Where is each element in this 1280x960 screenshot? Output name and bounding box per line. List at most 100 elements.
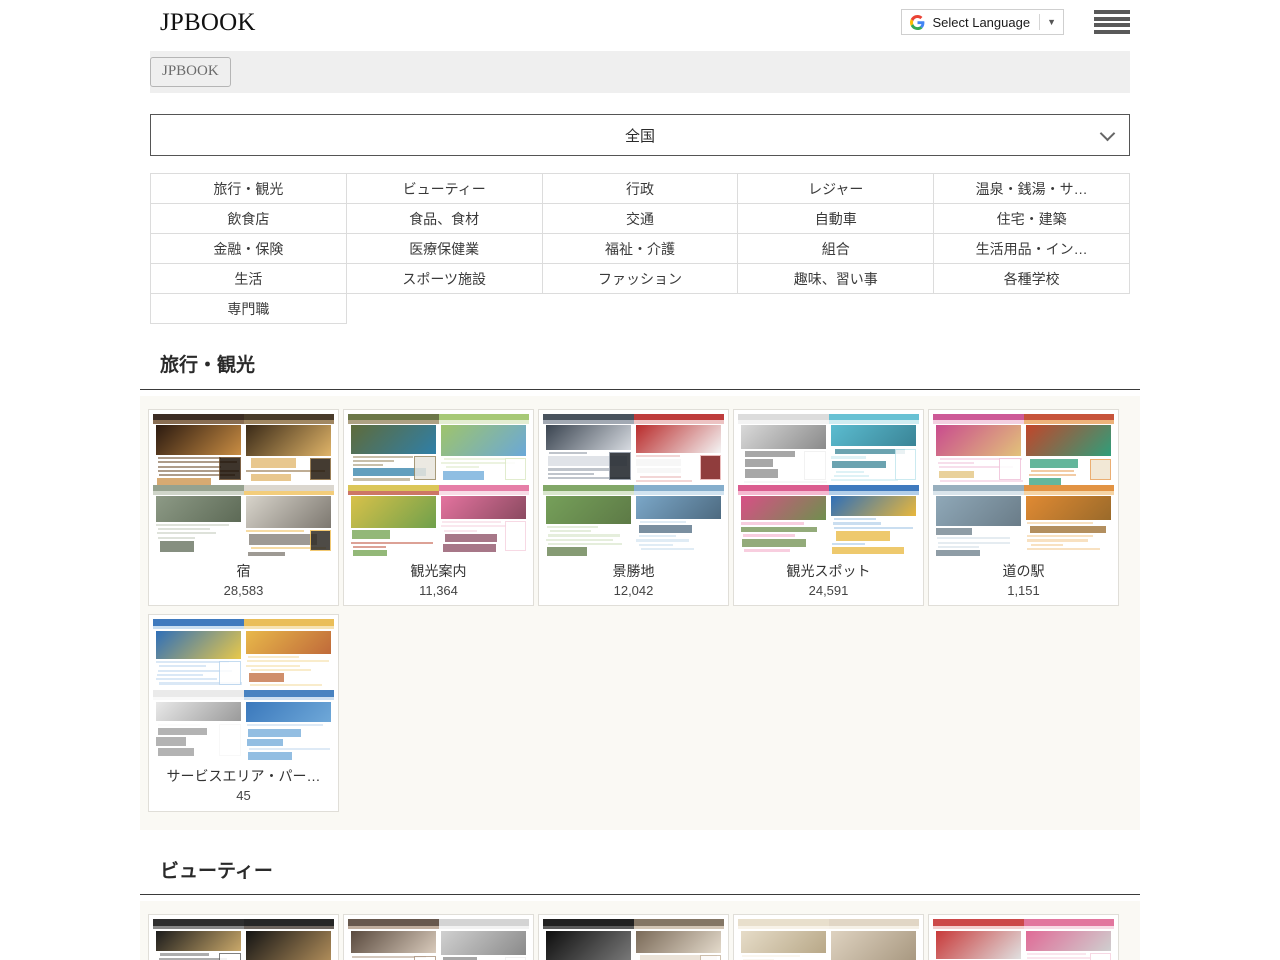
section-body: 宿 28,583 観光案内11,364 景勝地 12,042 観光スポット 24,591 道の… — [140, 396, 1140, 830]
card-thumbnail — [153, 619, 334, 761]
category-cell[interactable]: 行政 — [542, 174, 738, 204]
card-thumbnail — [348, 919, 529, 960]
thumbnail-tile — [543, 485, 634, 556]
section-title: ビューティー — [160, 859, 1120, 884]
thumbnail-tile — [244, 619, 335, 690]
category-cell[interactable]: 温泉・銭湯・サ… — [934, 174, 1130, 204]
thumbnail-tile — [348, 485, 439, 556]
card-label: 景勝地 — [543, 563, 724, 580]
category-table-row: 飲食店食品、食材交通自動車住宅・建築 — [151, 204, 1130, 234]
thumbnail-tile — [153, 485, 244, 556]
thumbnail-tile — [933, 414, 1024, 485]
category-cell[interactable]: 食品、食材 — [346, 204, 542, 234]
category-card[interactable] — [733, 914, 924, 960]
card-thumbnail — [738, 414, 919, 556]
page-title: JPBOOK — [160, 10, 256, 35]
thumbnail-tile — [439, 485, 530, 556]
thumbnail-tile — [153, 690, 244, 761]
card-thumbnail — [348, 414, 529, 556]
thumbnail-tile — [153, 414, 244, 485]
thumbnail-tile — [439, 414, 530, 485]
page-root: JPBOOK Select Language ▼ JPBOOK 全国 — [0, 0, 1280, 960]
category-cell[interactable]: 住宅・建築 — [934, 204, 1130, 234]
card-label: 宿 — [153, 563, 334, 580]
category-cell[interactable]: 生活用品・イン… — [934, 234, 1130, 264]
category-card[interactable] — [343, 914, 534, 960]
thumbnail-tile — [244, 919, 335, 960]
category-cell[interactable]: 交通 — [542, 204, 738, 234]
card-thumbnail — [543, 919, 724, 960]
category-card[interactable]: 道の駅1,151 — [928, 409, 1119, 606]
thumbnail-tile — [348, 919, 439, 960]
thumbnail-tile — [244, 690, 335, 761]
site-header: JPBOOK Select Language ▼ — [0, 0, 1280, 44]
thumbnail-tile — [634, 919, 725, 960]
category-cell[interactable]: 自動車 — [738, 204, 934, 234]
category-cell[interactable]: 組合 — [738, 234, 934, 264]
category-cell[interactable]: 趣味、習い事 — [738, 264, 934, 294]
google-translate-widget[interactable]: Select Language ▼ — [901, 9, 1064, 35]
category-card[interactable]: サービスエリア・パー…45 — [148, 614, 339, 811]
thumbnail-tile — [634, 485, 725, 556]
category-cell[interactable]: 各種学校 — [934, 264, 1130, 294]
thumbnail-tile — [738, 485, 829, 556]
category-cell-empty — [346, 294, 542, 324]
card-count: 11,364 — [348, 583, 529, 599]
category-table-row: 生活スポーツ施設ファッション趣味、習い事各種学校 — [151, 264, 1130, 294]
card-count: 28,583 — [153, 583, 334, 599]
chevron-down-icon: ▼ — [1047, 18, 1056, 27]
card-thumbnail — [738, 919, 919, 960]
section-title: 旅行・観光 — [160, 353, 1120, 378]
thumbnail-tile — [1024, 919, 1115, 960]
card-thumbnail — [543, 414, 724, 556]
breadcrumb-item-jpbook[interactable]: JPBOOK — [150, 57, 231, 87]
category-table-row: 専門職 — [151, 294, 1130, 324]
category-card[interactable]: 宿 28,583 — [148, 409, 339, 606]
thumbnail-tile — [634, 414, 725, 485]
category-cell[interactable]: 飲食店 — [151, 204, 347, 234]
category-card[interactable] — [148, 914, 339, 960]
category-section: 旅行・観光宿 28,583 観光案内11,364 景勝地 12,042 観光スポット 24,… — [0, 353, 1280, 830]
region-select[interactable]: 全国 — [150, 114, 1130, 156]
card-label: 観光スポット — [738, 563, 919, 580]
category-cell[interactable]: ビューティー — [346, 174, 542, 204]
card-count: 12,042 — [543, 583, 724, 599]
thumbnail-tile — [738, 414, 829, 485]
card-label: サービスエリア・パー… — [153, 768, 334, 785]
section-header: ビューティー — [140, 859, 1140, 896]
category-cell[interactable]: ファッション — [542, 264, 738, 294]
thumbnail-tile — [1024, 414, 1115, 485]
translate-divider — [1039, 14, 1040, 30]
thumbnail-tile — [1024, 485, 1115, 556]
category-card[interactable] — [928, 914, 1119, 960]
card-count: 24,591 — [738, 583, 919, 599]
category-table-row: 金融・保険医療保健業福祉・介護組合生活用品・イン… — [151, 234, 1130, 264]
category-table-row: 旅行・観光ビューティー行政レジャー温泉・銭湯・サ… — [151, 174, 1130, 204]
category-cell[interactable]: スポーツ施設 — [346, 264, 542, 294]
category-cell[interactable]: 金融・保険 — [151, 234, 347, 264]
category-cell-empty — [542, 294, 738, 324]
category-card[interactable] — [538, 914, 729, 960]
breadcrumb: JPBOOK — [150, 51, 1130, 93]
category-cell[interactable]: 生活 — [151, 264, 347, 294]
card-thumbnail — [933, 919, 1114, 960]
thumbnail-tile — [244, 485, 335, 556]
card-thumbnail — [153, 919, 334, 960]
category-cell[interactable]: 医療保健業 — [346, 234, 542, 264]
thumbnail-tile — [738, 919, 829, 960]
category-cell[interactable]: 福祉・介護 — [542, 234, 738, 264]
category-table-body: 旅行・観光ビューティー行政レジャー温泉・銭湯・サ…飲食店食品、食材交通自動車住宅… — [151, 174, 1130, 324]
category-section: ビューティー — [0, 859, 1280, 960]
category-cell[interactable]: 旅行・観光 — [151, 174, 347, 204]
category-card[interactable]: 景勝地 12,042 — [538, 409, 729, 606]
category-card[interactable]: 観光スポット 24,591 — [733, 409, 924, 606]
category-card[interactable]: 観光案内11,364 — [343, 409, 534, 606]
list-menu-icon[interactable] — [1094, 9, 1130, 35]
google-logo-icon — [910, 15, 925, 30]
category-cell[interactable]: レジャー — [738, 174, 934, 204]
thumbnail-tile — [543, 919, 634, 960]
card-count: 1,151 — [933, 583, 1114, 599]
card-thumbnail — [153, 414, 334, 556]
thumbnail-tile — [244, 414, 335, 485]
category-cell[interactable]: 専門職 — [151, 294, 347, 324]
